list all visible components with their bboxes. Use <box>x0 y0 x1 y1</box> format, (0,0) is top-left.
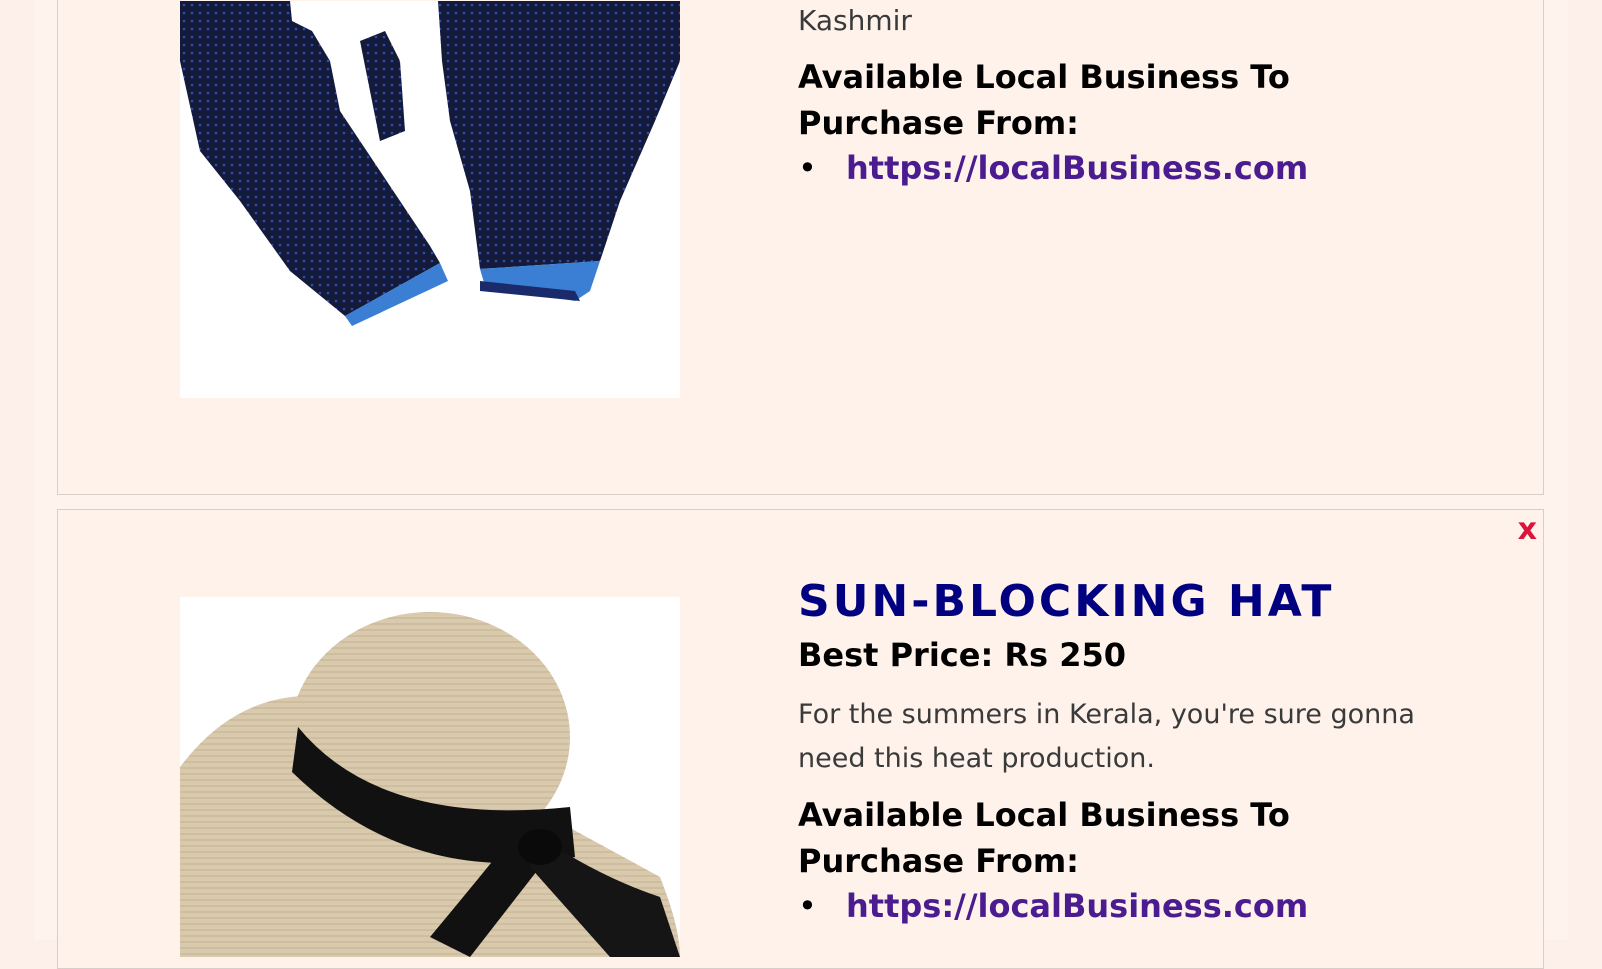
product-description: For the summers in Kerala, you're sure g… <box>798 698 1415 774</box>
shop-link[interactable]: https://localBusiness.com <box>846 887 1308 925</box>
product-title: SUN-BLOCKING HAT <box>798 576 1335 627</box>
straw-hat-image <box>180 597 680 957</box>
shop-list: • https://localBusiness.com <box>798 146 1438 191</box>
origin-text: Kashmir <box>798 4 912 37</box>
product-price: Best Price: Rs 250 <box>798 635 1127 674</box>
availability-heading: Available Local Business To Purchase Fro… <box>798 58 1290 143</box>
shop-list: • https://localBusiness.com <box>798 884 1438 929</box>
shop-list-item: • https://localBusiness.com <box>798 146 1438 191</box>
availability-heading: Available Local Business To Purchase Fro… <box>798 796 1290 881</box>
shop-link[interactable]: https://localBusiness.com <box>846 149 1308 187</box>
product-info: Kashmir Available Local Business To Purc… <box>798 1 1438 191</box>
product-info: SUN-BLOCKING HAT Best Price: Rs 250 For … <box>798 576 1438 929</box>
bullet-icon: • <box>798 149 817 188</box>
bullet-icon: • <box>798 887 817 926</box>
gloves-image <box>180 1 680 398</box>
close-button[interactable]: x <box>1518 512 1537 547</box>
straw-hat-illustration <box>180 612 680 957</box>
product-card: Kashmir Available Local Business To Purc… <box>57 0 1544 495</box>
product-card: x SUN-BLOCKING HAT Best Price: Rs 250 Fo… <box>57 509 1544 969</box>
shop-list-item: • https://localBusiness.com <box>798 884 1438 929</box>
gloves-illustration <box>180 1 680 326</box>
